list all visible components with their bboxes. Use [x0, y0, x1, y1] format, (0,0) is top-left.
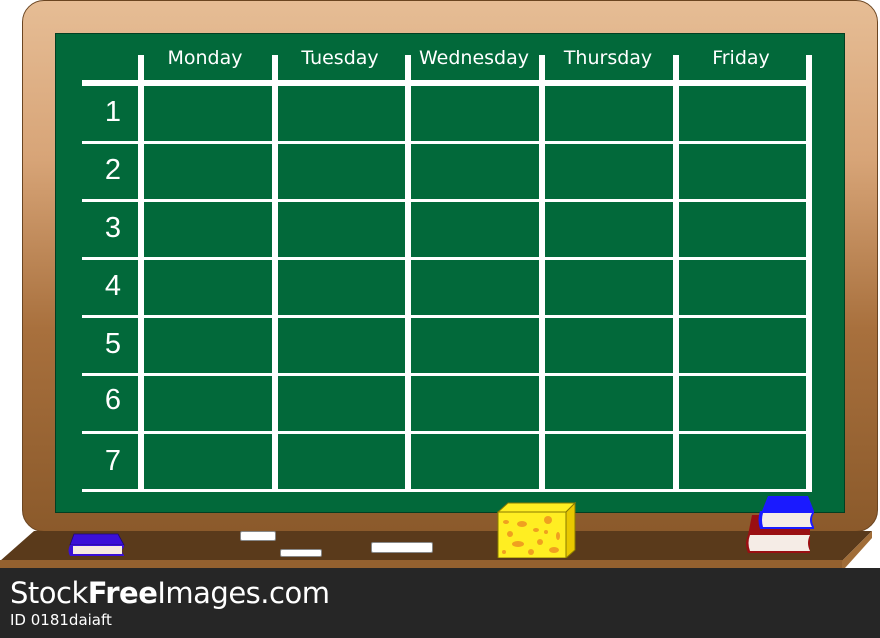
chalk-piece — [240, 531, 276, 541]
grid-vertical-line — [806, 55, 812, 492]
day-header-wednesday: Wednesday — [418, 47, 529, 69]
grid-horizontal-line — [82, 141, 812, 144]
period-number-4: 4 — [104, 270, 122, 302]
period-number-7: 7 — [104, 445, 122, 477]
chalk-piece — [280, 549, 322, 557]
day-header-tuesday: Tuesday — [301, 47, 379, 69]
grid-vertical-line — [138, 55, 144, 492]
period-number-6: 6 — [104, 384, 122, 416]
grid-vertical-line — [272, 55, 278, 492]
grid-horizontal-line — [82, 80, 812, 86]
chalk-ledge — [0, 531, 872, 561]
period-number-3: 3 — [104, 212, 122, 244]
period-number-5: 5 — [104, 328, 122, 360]
period-number-1: 1 — [104, 96, 122, 128]
day-header-thursday: Thursday — [563, 47, 653, 69]
book-stack-icon — [746, 496, 814, 553]
watermark-image-id: ID 0181daiaft — [10, 611, 112, 629]
chalkboard — [55, 33, 845, 513]
brand-suffix: Images.com — [157, 576, 330, 610]
grid-horizontal-line — [82, 489, 812, 492]
book-icon — [68, 533, 125, 556]
grid-vertical-line — [673, 55, 679, 492]
day-header-monday: Monday — [167, 47, 243, 69]
grid-horizontal-line — [82, 315, 812, 318]
grid-vertical-line — [405, 55, 411, 492]
grid-horizontal-line — [82, 257, 812, 260]
brand-bold: Free — [87, 576, 158, 610]
day-header-friday: Friday — [712, 47, 770, 69]
grid-horizontal-line — [82, 373, 812, 376]
chalk-piece — [371, 542, 433, 553]
period-number-2: 2 — [104, 154, 122, 186]
watermark-brand: StockFreeImages.com — [10, 576, 330, 610]
grid-horizontal-line — [82, 199, 812, 202]
grid-horizontal-line — [82, 431, 812, 434]
sponge-eraser-icon — [496, 502, 576, 558]
chalk-ledge-front — [0, 560, 845, 568]
grid-vertical-line — [539, 55, 545, 492]
brand-prefix: Stock — [10, 576, 88, 610]
